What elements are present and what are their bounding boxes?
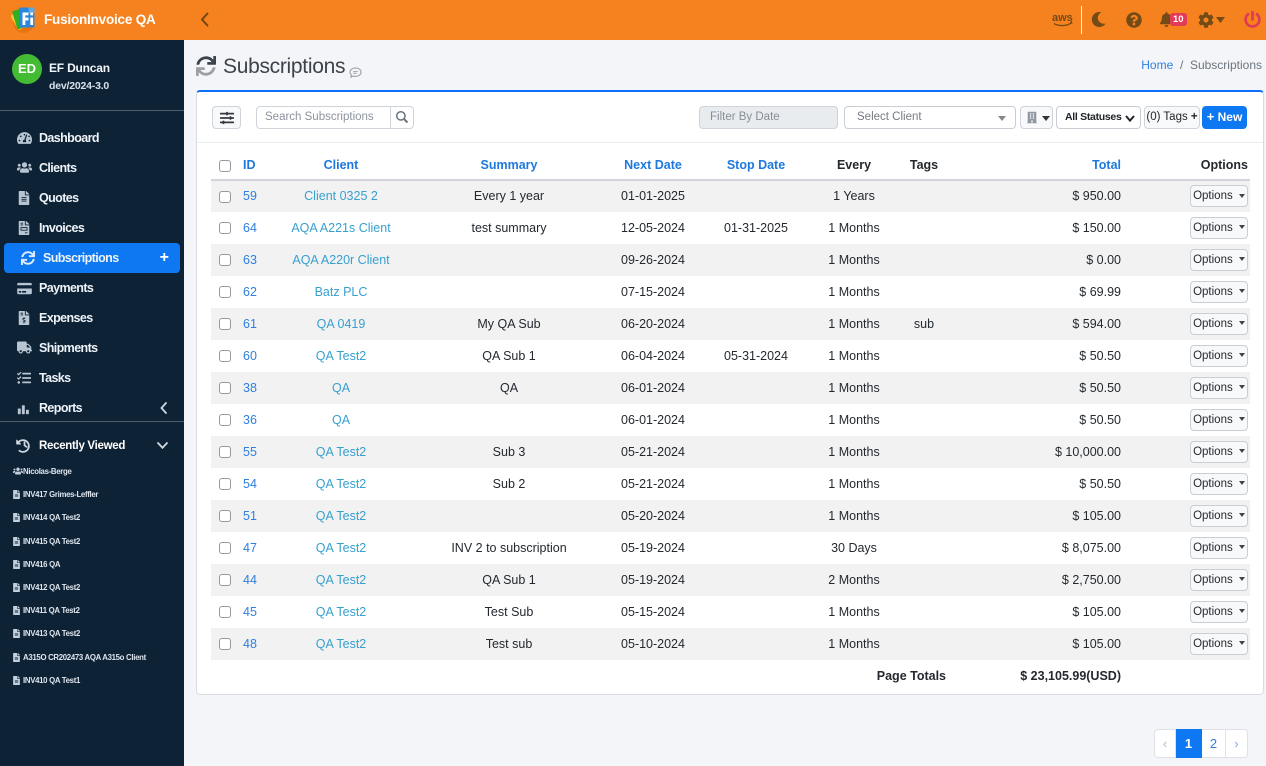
- svg-text:aws: aws: [1052, 12, 1073, 24]
